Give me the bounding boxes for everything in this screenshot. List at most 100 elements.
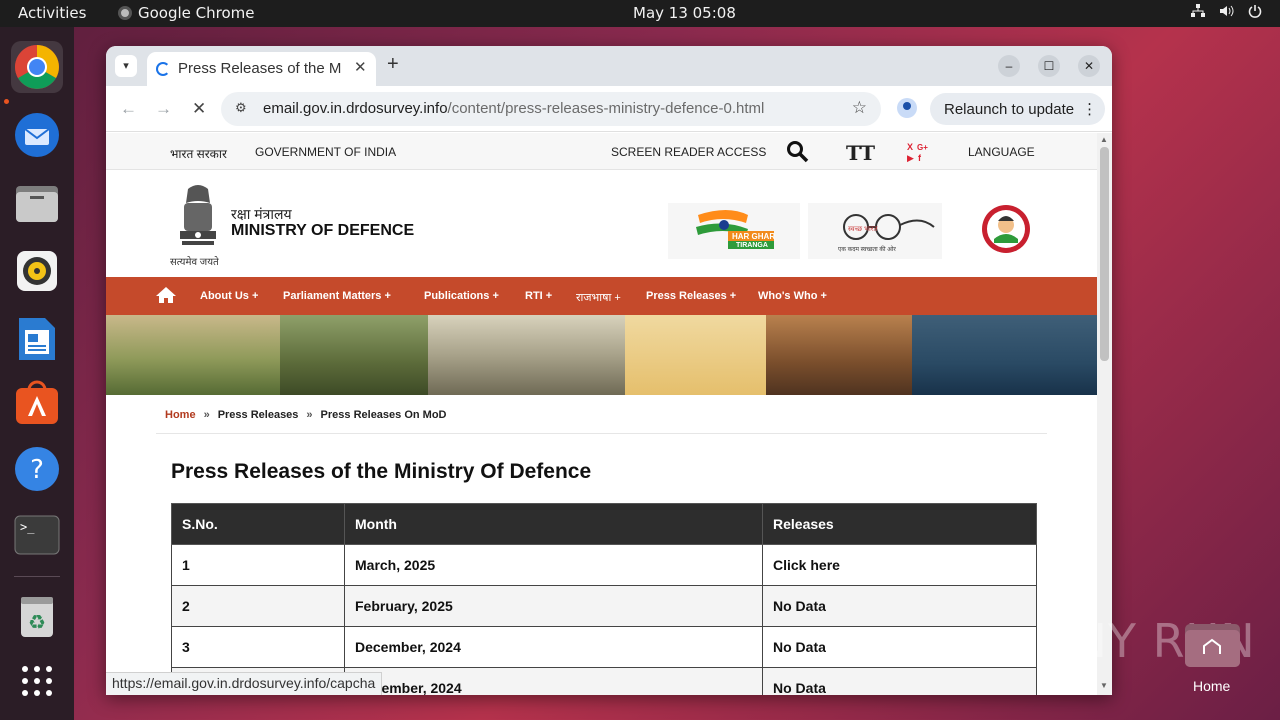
site-info-icon[interactable]: ⚙ — [235, 100, 247, 116]
minimize-button[interactable]: – — [998, 55, 1020, 77]
thunderbird-icon[interactable] — [11, 109, 63, 161]
power-icon — [1248, 4, 1262, 22]
back-button[interactable]: ← — [120, 99, 137, 119]
breadcrumb-press-releases[interactable]: Press Releases — [218, 409, 299, 421]
home-icon[interactable] — [155, 286, 177, 309]
swachh-bharat-logo[interactable]: स्वच्छ भारत एक कदम स्वच्छता की ओर — [808, 203, 942, 259]
forward-button[interactable]: → — [155, 99, 172, 119]
maximize-button[interactable]: ☐ — [1038, 55, 1060, 77]
main-nav: About Us + Parliament Matters + Publicat… — [106, 277, 1097, 315]
breadcrumb-separator-icon: » — [203, 409, 210, 421]
cell-month: December, 2024 — [344, 626, 763, 668]
banner-troops — [766, 315, 912, 395]
column-header-month: Month — [344, 503, 763, 545]
swachh-tagline: एक कदम स्वच्छता की ओर — [838, 245, 896, 253]
cell-release: No Data — [762, 667, 1037, 695]
cell-release: No Data — [762, 626, 1037, 668]
close-window-button[interactable]: ✕ — [1078, 55, 1100, 77]
app-center-icon[interactable] — [11, 377, 63, 429]
nav-parliament-matters[interactable]: Parliament Matters + — [283, 290, 391, 302]
dock: ? >_ ♻ — [0, 27, 74, 720]
har-ghar-tiranga-logo[interactable]: HAR GHAR TIRANGA — [668, 203, 800, 259]
social-links-icon[interactable]: X G+ ▶ f — [906, 141, 930, 166]
new-tab-button[interactable]: + — [387, 53, 399, 76]
table-row: 3 December, 2024 No Data — [171, 626, 1037, 668]
har-ghar-text: HAR GHAR — [732, 232, 775, 241]
cell-release-link[interactable]: Click here — [762, 544, 1037, 586]
gov-english: GOVERNMENT OF INDIA — [255, 145, 397, 159]
stop-loading-button[interactable]: ✕ — [192, 99, 206, 119]
page-scrollbar[interactable]: ▲ ▼ — [1097, 133, 1112, 695]
text-size-icon[interactable]: TT — [846, 141, 875, 165]
language-selector[interactable]: LANGUAGE — [968, 145, 1035, 159]
tab-close-icon[interactable]: ✕ — [354, 58, 367, 76]
svg-text:♻: ♻ — [28, 612, 46, 634]
chrome-small-icon — [118, 6, 132, 20]
svg-text:X: X — [907, 142, 913, 152]
cell-release: No Data — [762, 585, 1037, 627]
dock-separator — [14, 576, 60, 577]
writer-icon[interactable] — [11, 313, 63, 365]
svg-text:G+: G+ — [917, 143, 928, 152]
breadcrumb-home[interactable]: Home — [165, 409, 196, 421]
svg-text:?: ? — [30, 455, 44, 485]
tab-search-icon[interactable]: ▾ — [115, 55, 137, 77]
table-row: 1 March, 2025 Click here — [171, 544, 1037, 586]
trash-icon[interactable]: ♻ — [11, 591, 63, 643]
cell-month: February, 2025 — [344, 585, 763, 627]
activities-button[interactable]: Activities — [18, 4, 86, 22]
swachh-text: स्वच्छ भारत — [848, 226, 879, 233]
relaunch-label: Relaunch to update — [944, 101, 1075, 118]
gov-hindi: भारत सरकार — [170, 147, 227, 161]
terminal-icon[interactable]: >_ — [11, 509, 63, 561]
app-menu[interactable]: Google Chrome — [118, 4, 255, 22]
beti-bachao-logo[interactable] — [950, 203, 1060, 259]
ministry-english[interactable]: MINISTRY OF DEFENCE — [231, 222, 414, 240]
cell-sno: 1 — [171, 544, 345, 586]
banner-aircraft-carrier — [912, 315, 1097, 395]
scroll-up-icon[interactable]: ▲ — [1100, 135, 1108, 144]
nav-press-releases[interactable]: Press Releases + — [646, 290, 736, 302]
rhythmbox-icon[interactable] — [11, 245, 63, 297]
breadcrumb-current: Press Releases On MoD — [320, 409, 447, 421]
chrome-window: ▾ Press Releases of the Ministry Of Defe… — [106, 46, 1112, 695]
column-header-releases: Releases — [762, 503, 1037, 545]
cell-month: November, 2024 — [344, 667, 763, 695]
hero-banner — [106, 315, 1097, 395]
profile-avatar-icon[interactable] — [897, 98, 917, 118]
bookmark-star-icon[interactable]: ☆ — [852, 98, 867, 118]
nav-rti[interactable]: RTI + — [525, 290, 552, 302]
url-text[interactable]: email.gov.in.drdosurvey.info/content/pre… — [263, 100, 764, 117]
url-host: email.gov.in.drdosurvey.info — [263, 100, 448, 117]
screen-reader-link[interactable]: SCREEN READER ACCESS — [611, 145, 766, 159]
link-status-bubble: https://email.gov.in.drdosurvey.info/cap… — [106, 672, 383, 695]
files-icon[interactable] — [11, 177, 63, 229]
chrome-icon[interactable] — [11, 41, 63, 93]
satyamev-jayate: सत्यमेव जयते — [170, 257, 219, 268]
svg-text:f: f — [918, 153, 922, 163]
table-row: 2 February, 2025 No Data — [171, 585, 1037, 627]
help-icon[interactable]: ? — [11, 443, 63, 495]
active-tab[interactable]: Press Releases of the Ministry Of Defenc… — [147, 52, 376, 86]
table-header-row: S.No. Month Releases — [171, 503, 1037, 545]
search-icon[interactable] — [786, 140, 810, 167]
system-tray[interactable] — [1191, 4, 1262, 22]
relaunch-to-update-button[interactable]: Relaunch to update ⋮ — [930, 93, 1105, 125]
nav-publications[interactable]: Publications + — [424, 290, 499, 302]
nav-whos-who[interactable]: Who's Who + — [758, 290, 827, 302]
desktop-home-label: Home — [1193, 678, 1231, 694]
tiranga-text: TIRANGA — [736, 242, 768, 249]
scroll-down-icon[interactable]: ▼ — [1100, 681, 1108, 690]
banner-fighter-jets — [625, 315, 766, 395]
more-menu-icon[interactable]: ⋮ — [1082, 101, 1097, 118]
app-grid-icon[interactable] — [11, 655, 63, 707]
address-bar[interactable]: ⚙ email.gov.in.drdosurvey.info/content/p… — [221, 92, 881, 126]
app-name: Google Chrome — [138, 4, 255, 22]
scrollbar-thumb[interactable] — [1100, 147, 1109, 361]
cell-sno: 3 — [171, 626, 345, 668]
desktop-home-folder[interactable]: Home — [1184, 618, 1241, 694]
top-bar: Activities Google Chrome May 13 05:08 — [0, 0, 1280, 27]
nav-about-us[interactable]: About Us + — [200, 290, 258, 302]
clock[interactable]: May 13 05:08 — [633, 4, 736, 22]
nav-rajbhasha[interactable]: राजभाषा + — [576, 290, 621, 305]
